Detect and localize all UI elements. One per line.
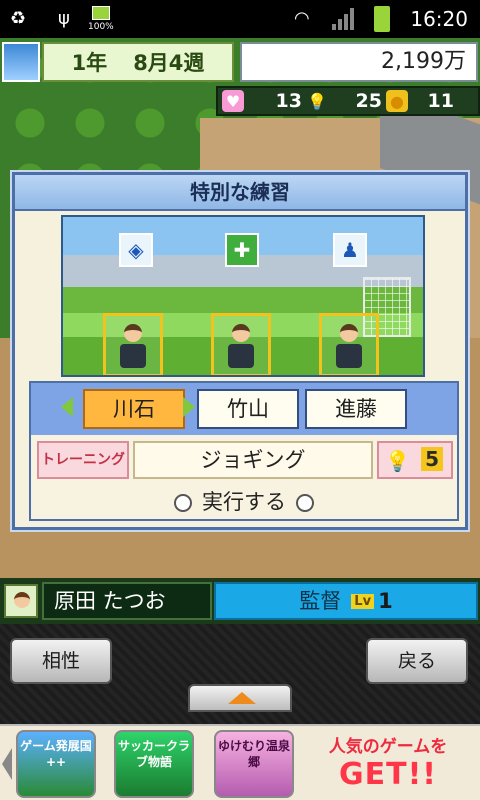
training-panel: 川石 竹山 進藤 トレーニング ジョギング 💡 5 実行する (29, 381, 459, 521)
training-row: トレーニング ジョギング 💡 5 (31, 439, 457, 481)
manager-level: 1 (378, 589, 393, 613)
resource-counters: ♥ 13 💡 25 ● 11 (216, 86, 480, 116)
training-name-selector[interactable]: ジョギング (133, 441, 373, 479)
ad-banner[interactable]: ゲーム発展国++ サッカークラブ物語 ゆけむり温泉郷 人気のゲームを GET!! (0, 724, 480, 800)
ideas-count: 25 (355, 90, 382, 112)
training-cost: 💡 5 (377, 441, 453, 479)
level-badge: Lv (351, 594, 375, 609)
date-label: 8月4週 (133, 51, 205, 75)
execute-button[interactable]: 実行する (31, 485, 457, 521)
soccer-ball-icon (296, 494, 314, 512)
status-bar: ♻ ψ 100% ◠ 16:20 (0, 0, 480, 38)
player-head (124, 324, 142, 342)
manager-bar: 原田 たつお 監督 Lv 1 (0, 578, 480, 624)
top-bar: 1年 8月4週 2,199万 (0, 40, 480, 86)
goalkeeper-drill-icon: ◈ (119, 233, 153, 267)
training-label: トレーニング (37, 441, 129, 479)
player-slot-3[interactable] (319, 313, 379, 375)
manager-role-label: 監督 (299, 589, 342, 613)
heart-icon: ♥ (222, 90, 244, 112)
player-drill-icon: ♟ (333, 233, 367, 267)
ad-call-to-action[interactable]: 人気のゲームを GET!! (300, 732, 476, 796)
battery-icon (374, 6, 390, 32)
ad-game-2[interactable]: サッカークラブ物語 (114, 730, 194, 798)
battery-percent: 100% (88, 22, 114, 32)
wifi-icon: ◠ (294, 8, 310, 29)
soccer-ball-icon (174, 494, 192, 512)
player-body (120, 344, 146, 368)
expand-menu-button[interactable] (188, 684, 292, 712)
bottom-nav: 相性 戻る (0, 624, 480, 724)
player-slot-2[interactable] (211, 313, 271, 375)
player-name-row: 川石 竹山 進藤 (31, 383, 457, 435)
arrow-right-icon[interactable] (183, 397, 195, 417)
special-training-dialog: 特別な練習 ◈ ✚ ♟ GK DF DF 川石 竹山 進藤 ト (12, 172, 468, 530)
defense-drill-icon: ✚ (225, 233, 259, 267)
manager-name: 原田 たつお (42, 582, 212, 620)
training-pitch: ◈ ✚ ♟ GK DF DF (61, 215, 425, 377)
player-name-button-1[interactable]: 川石 (83, 389, 185, 429)
recycle-icon: ♻ (10, 8, 27, 29)
date-display: 1年 8月4週 (42, 42, 234, 82)
player-body (228, 344, 254, 368)
usb-icon: ψ (58, 8, 70, 29)
ad-scroll-left-icon[interactable] (2, 748, 12, 780)
clock: 16:20 (410, 7, 468, 31)
compatibility-button[interactable]: 相性 (10, 638, 112, 684)
player-name-button-3[interactable]: 進藤 (305, 389, 407, 429)
team-flag-icon[interactable] (2, 42, 40, 82)
player-body (336, 344, 362, 368)
arrow-left-icon[interactable] (61, 397, 73, 417)
year-label: 1年 (71, 51, 108, 75)
ad-cta-line2: GET!! (339, 757, 437, 792)
manager-role: 監督 Lv 1 (214, 582, 478, 620)
lightbulb-icon: 💡 (307, 91, 327, 111)
player-head (232, 324, 250, 342)
player-name-button-2[interactable]: 竹山 (197, 389, 299, 429)
execute-label: 実行する (202, 490, 286, 514)
manager-avatar (4, 584, 38, 618)
coin-icon: ● (386, 90, 408, 112)
training-cost-value: 5 (421, 447, 443, 471)
avatar-face (14, 592, 30, 608)
player-slot-1[interactable] (103, 313, 163, 375)
signal-icon (332, 8, 354, 30)
back-button[interactable]: 戻る (366, 638, 468, 684)
player-head (340, 324, 358, 342)
ad-game-3[interactable]: ゆけむり温泉郷 (214, 730, 294, 798)
money-display: 2,199万 (240, 42, 478, 82)
coins-count: 11 (427, 90, 454, 112)
dialog-title: 特別な練習 (15, 175, 465, 211)
ad-game-1[interactable]: ゲーム発展国++ (16, 730, 96, 798)
hearts-count: 13 (275, 90, 302, 112)
lightbulb-icon: 💡 (385, 449, 410, 473)
battery-small-icon (92, 6, 110, 20)
ad-cta-line1: 人気のゲームを (328, 737, 448, 757)
